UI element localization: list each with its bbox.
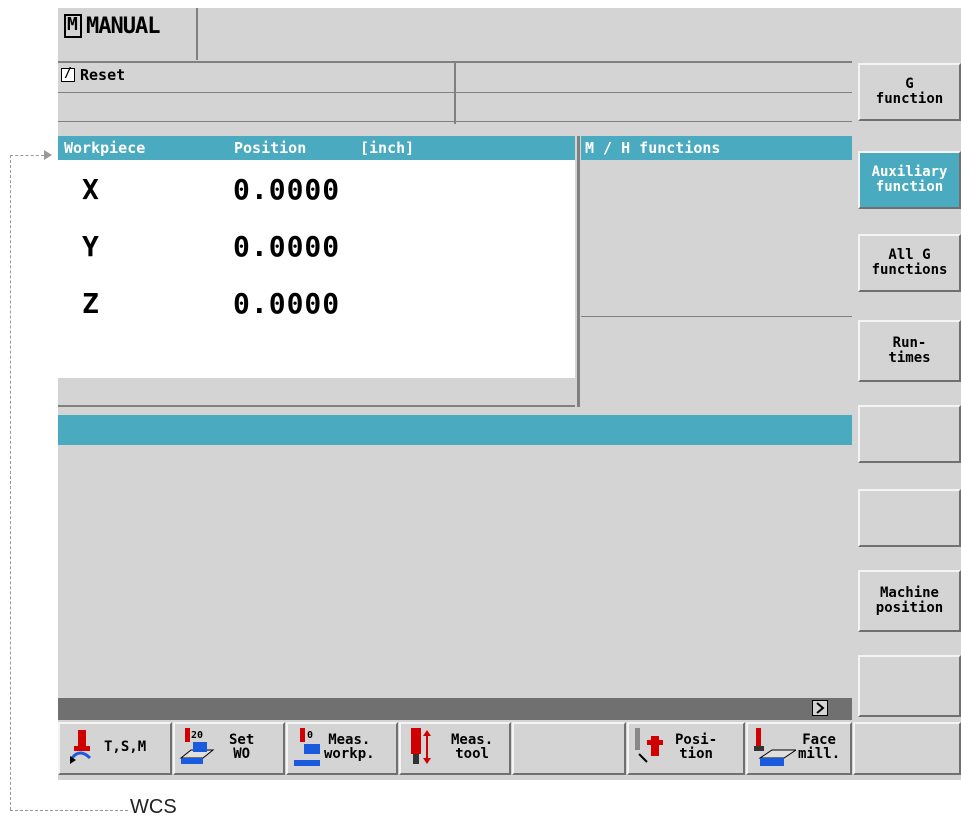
softkey-empty-6[interactable] [858,489,961,547]
reset-status: Reset [80,66,126,84]
workpiece-header: Workpiece [64,139,146,157]
softkey-tsm-label: T,S,M [104,739,147,755]
softkey-set-wo[interactable]: 20 Set WO [173,722,285,775]
softkey-meas-workpiece[interactable]: 0 Meas. workp. [286,722,398,775]
softkey-empty-bottom-8[interactable] [853,722,961,775]
axis-label-z: Z [82,287,99,320]
softkey-meas-tool[interactable]: Meas. tool [399,722,511,775]
position-header: Workpiece Position [inch] [58,136,575,160]
softkey-empty-bottom-5[interactable] [512,722,626,775]
position-column-header: Position [234,139,307,157]
softkey-position[interactable]: Posi- tion [627,722,745,775]
unit-header: [inch] [360,139,415,157]
mode-title: MANUAL [86,14,160,39]
softkey-tsm[interactable]: T,S,M [58,722,172,775]
axis-value-x: 0.0000 [233,173,341,206]
manual-mode-icon: M [64,14,82,38]
svg-text:0: 0 [307,730,313,741]
softkey-auxiliary-function[interactable]: Auxiliary function [858,151,961,209]
tool-spindle-icon [70,730,92,764]
softkey-run-times[interactable]: Run- times [858,320,961,382]
softkey-g-function[interactable]: G function [858,63,961,121]
softkey-face-mill[interactable]: Face mill. [746,722,852,775]
axis-value-y: 0.0000 [233,230,341,263]
wcs-annotation: WCS [130,796,177,818]
softkey-meas-tool-label: Meas. tool [451,732,494,762]
hmi-screen [58,8,961,780]
measure-tool-icon [411,728,431,764]
callout-arrow-icon [44,150,52,160]
softkey-position-label: Posi- tion [675,732,718,762]
axis-label-x: X [82,173,99,206]
softkey-meas-workpiece-label: Meas. workp. [324,732,375,762]
callout-line-bottom [10,810,128,811]
reset-icon: / [61,66,75,82]
softkey-empty-8[interactable] [858,655,961,717]
softkey-empty-5[interactable] [858,405,961,463]
axis-label-y: Y [82,230,99,263]
softkey-machine-position[interactable]: Machine position [858,570,961,632]
mh-functions-header: M / H functions [581,136,852,160]
softkey-face-mill-label: Face mill. [798,732,841,762]
chevron-right-icon[interactable] [812,700,828,716]
callout-line-top [10,155,44,156]
callout-line-vertical [10,155,11,810]
softkey-all-g-functions[interactable]: All G functions [858,234,961,292]
mh-functions-title: M / H functions [585,139,721,157]
axis-value-z: 0.0000 [233,287,341,320]
measure-workpiece-icon: 0 [294,728,320,766]
face-mill-icon [754,728,796,766]
position-icon [635,728,663,763]
status-strip [58,698,852,720]
svg-text:20: 20 [191,730,203,741]
message-bar [58,415,852,445]
set-zero-offset-icon: 20 [179,728,215,764]
softkey-set-wo-label: Set WO [229,732,255,762]
